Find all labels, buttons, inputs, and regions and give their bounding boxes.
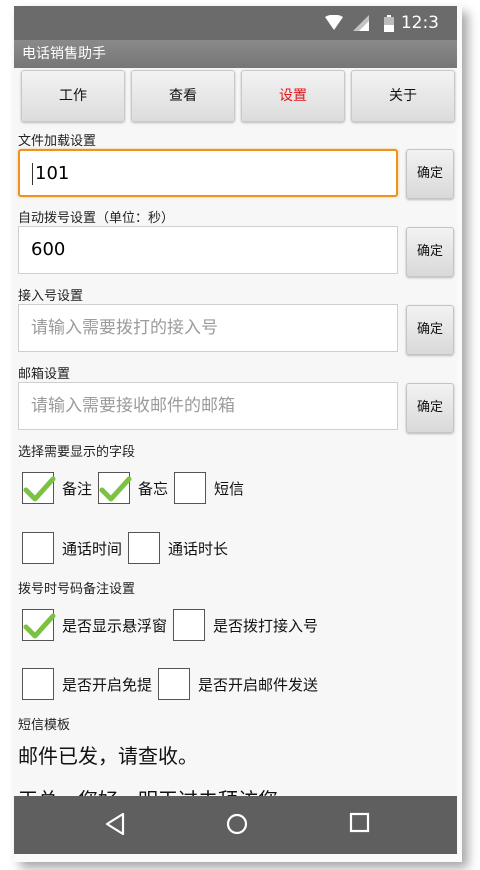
checkbox-sms[interactable] xyxy=(174,472,207,504)
tab-view[interactable]: 查看 xyxy=(131,70,235,122)
email-input[interactable]: 请输入需要接收邮件的邮箱 xyxy=(18,382,398,430)
checkbox-dial-access-number[interactable] xyxy=(173,609,206,641)
wifi-icon xyxy=(325,15,343,30)
tab-work[interactable]: 工作 xyxy=(21,70,125,122)
dial-remark-label: 拨号时号码备注设置 xyxy=(18,582,136,597)
battery-icon xyxy=(384,15,394,32)
recents-icon[interactable] xyxy=(349,812,371,834)
checkbox-remark[interactable] xyxy=(22,472,56,504)
tab-about[interactable]: 关于 xyxy=(351,70,455,122)
tab-settings[interactable]: 设置 xyxy=(241,70,345,122)
checkbox-speakerphone-label: 是否开启免提 xyxy=(62,675,153,694)
checkbox-memo-label: 备忘 xyxy=(138,479,169,498)
checkbox-floating-window-label: 是否显示悬浮窗 xyxy=(62,616,168,635)
checkbox-email-send-label: 是否开启邮件发送 xyxy=(198,675,319,694)
sms-template-line-2[interactable]: 王总，您好，明天过去拜访您。 xyxy=(18,784,298,796)
checkbox-call-duration[interactable] xyxy=(128,532,161,564)
checkbox-speakerphone[interactable] xyxy=(22,668,54,700)
checkmark-icon xyxy=(23,613,56,639)
display-fields-label: 选择需要显示的字段 xyxy=(18,445,136,460)
checkbox-email-send[interactable] xyxy=(158,668,191,700)
dial-remark-row-2: 是否开启免提 是否开启邮件发送 xyxy=(22,665,324,703)
checkbox-call-duration-label: 通话时长 xyxy=(168,539,229,558)
display-fields-row-1: 备注 备忘 短信 xyxy=(22,469,250,507)
text-caret xyxy=(32,163,33,185)
file-load-label: 文件加载设置 xyxy=(18,134,97,149)
back-icon[interactable] xyxy=(104,812,126,836)
auto-dial-value: 600 xyxy=(31,239,66,260)
navigation-bar xyxy=(14,796,457,854)
display-fields-row-2: 通话时间 通话时长 xyxy=(22,529,234,567)
email-label: 邮箱设置 xyxy=(18,367,71,382)
access-number-input[interactable]: 请输入需要拨打的接入号 xyxy=(18,304,398,352)
status-bar: 12:3 xyxy=(14,6,457,40)
checkbox-memo[interactable] xyxy=(98,472,132,504)
checkbox-dial-access-number-label: 是否拨打接入号 xyxy=(213,616,319,635)
access-number-confirm-button[interactable]: 确定 xyxy=(406,305,454,355)
device-frame: 12:3 电话销售助手 工作 查看 设置 关于 文件加载设置 101 确定 自动… xyxy=(0,0,480,870)
file-load-input[interactable]: 101 xyxy=(18,149,398,197)
signal-icon xyxy=(353,15,369,31)
checkbox-remark-label: 备注 xyxy=(62,479,93,498)
tab-bar: 工作 查看 设置 关于 xyxy=(21,70,455,122)
auto-dial-confirm-button[interactable]: 确定 xyxy=(406,227,454,277)
app-title: 电话销售助手 xyxy=(14,40,457,68)
file-load-value: 101 xyxy=(35,163,70,184)
checkmark-icon xyxy=(23,476,56,502)
auto-dial-input[interactable]: 600 xyxy=(18,226,398,274)
checkbox-call-time-label: 通话时间 xyxy=(62,539,123,558)
dial-remark-row-1: 是否显示悬浮窗 是否拨打接入号 xyxy=(22,606,324,644)
home-icon[interactable] xyxy=(225,812,249,836)
auto-dial-label: 自动拨号设置（单位：秒） xyxy=(18,211,175,226)
sms-template-label: 短信模板 xyxy=(18,718,71,733)
checkbox-call-time[interactable] xyxy=(22,532,54,564)
checkbox-sms-label: 短信 xyxy=(214,479,245,498)
clock: 12:3 xyxy=(400,13,439,33)
checkmark-icon xyxy=(99,476,132,502)
access-number-label: 接入号设置 xyxy=(18,289,84,304)
settings-content[interactable]: 工作 查看 设置 关于 文件加载设置 101 确定 自动拨号设置（单位：秒） 6… xyxy=(14,68,457,796)
file-load-confirm-button[interactable]: 确定 xyxy=(406,149,454,199)
email-confirm-button[interactable]: 确定 xyxy=(406,383,454,433)
checkbox-floating-window[interactable] xyxy=(22,609,56,641)
sms-template-line-1[interactable]: 邮件已发，请查收。 xyxy=(18,740,198,769)
